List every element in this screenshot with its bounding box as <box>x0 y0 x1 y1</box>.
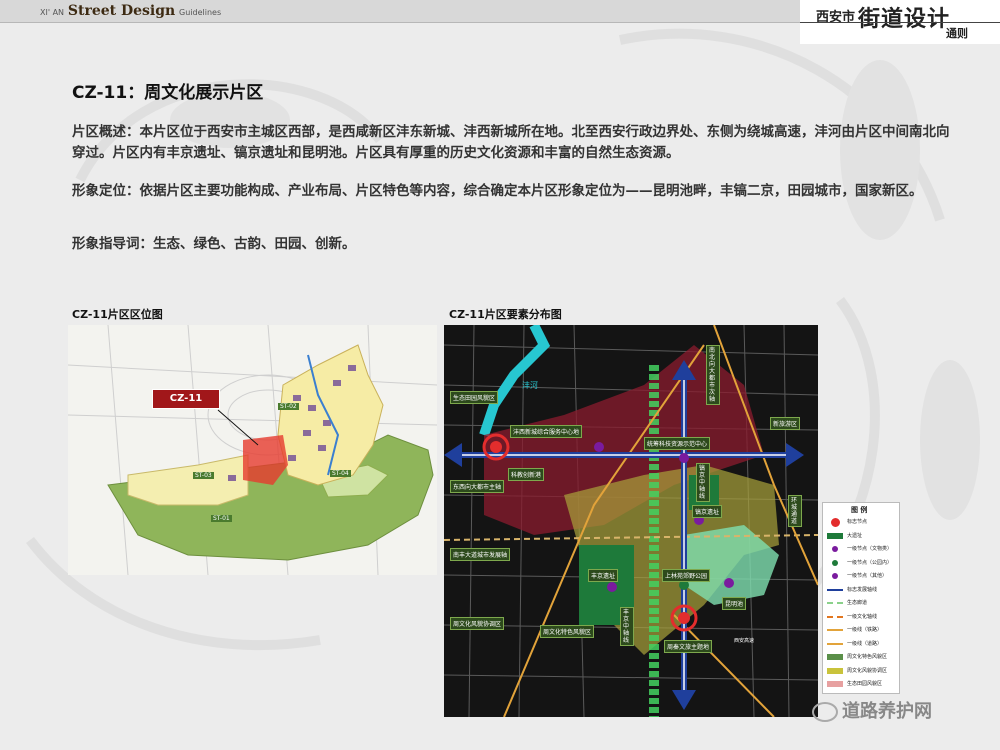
location-map-caption: CZ-11片区区位图 <box>72 308 163 321</box>
label-haojing-site: 镐京遗址 <box>692 505 723 518</box>
section-heading: CZ-11：周文化展示片区 <box>72 83 264 103</box>
legend-label: 一级线（道路） <box>847 640 883 647</box>
label-eco-zone: 生态田园风貌区 <box>450 391 499 404</box>
legend-label: 一级节点（文物类） <box>847 546 893 552</box>
positioning-paragraph: 形象定位：依据片区主要功能构成、产业布局、片区特色等内容，综合确定本片区形象定位… <box>72 183 923 199</box>
legend-label: 周文化风貌协调区 <box>847 667 888 674</box>
legend-swatch <box>827 642 843 645</box>
legend-swatch <box>832 559 838 566</box>
watermark-text: 道路养护网 <box>842 701 932 722</box>
top-banner: XI' AN Street Design Guidelines <box>0 0 800 23</box>
legend-item: 一级节点（其他） <box>827 571 897 581</box>
map-legend: 图 例 标志节点大遗址一级节点（文物类） 一级节点（公园内） 一级节点（其他） 标志发… <box>822 502 900 694</box>
label-fengjing-site: 丰京遗址 <box>588 569 619 582</box>
cz11-callout: CZ-11 <box>152 389 220 409</box>
legend-swatch <box>832 546 838 552</box>
legend-swatch <box>831 518 840 527</box>
legend-swatch <box>832 573 838 579</box>
legend-label: 一级节点（公园内） <box>847 559 893 566</box>
brand-logo: XI' AN Street Design Guidelines <box>40 3 221 19</box>
document-title-box: 西安市 街道设计 通则 <box>800 0 1000 44</box>
legend-item: 一级线（道路） <box>827 639 897 649</box>
brand-sub: Guidelines <box>179 8 222 17</box>
location-map: CZ-11 ST-02 ST-03 ST-04 ST-01 <box>68 325 437 575</box>
elements-map: 生态田园风貌区 沣西新城综合服务中心地 科教创新港 东西向大都市主轴 统筹科技资… <box>444 325 818 717</box>
label-fengxi-center: 沣西新城综合服务中心地 <box>510 425 583 438</box>
label-ring-road: 环城通道 <box>788 495 802 527</box>
label-fengjing-axis: 丰京中轴线 <box>620 607 634 646</box>
label-kechuang: 科教创新港 <box>508 468 545 481</box>
label-shanglin-park: 上林苑郊野公园 <box>662 569 711 582</box>
watermark: 道路养护网 <box>812 697 932 723</box>
brand-main: Street Design <box>67 3 176 19</box>
legend-item: 一级线（铁路） <box>827 625 897 635</box>
label-nanfeng-axis: 南丰大道城市发展轴 <box>450 548 511 561</box>
elements-map-caption: CZ-11片区要素分布图 <box>449 308 562 321</box>
legend-item: 一级文化轴线 <box>827 612 897 622</box>
legend-item: 大遗址 <box>827 531 897 541</box>
label-north-south-axis: 南北向大都市次轴 <box>706 345 720 405</box>
legend-item: 生态田园风貌区 <box>827 679 897 689</box>
legend-label: 一级节点（其他） <box>847 573 888 579</box>
label-zhou-feature: 周文化特色风貌区 <box>540 625 595 638</box>
legend-swatch <box>827 681 843 687</box>
legend-item: 生态廊道 <box>827 598 897 608</box>
label-zhouqin: 周秦文旅主题地 <box>664 640 713 653</box>
label-haojing-axis: 镐京中轴线 <box>696 463 710 502</box>
zone-label-st04: ST-04 <box>330 470 351 477</box>
legend-swatch <box>827 615 843 618</box>
label-bottom-road: 西安高速 <box>734 638 755 644</box>
legend-label: 一级文化轴线 <box>847 613 878 620</box>
label-east-west-axis: 东西向大都市主轴 <box>450 480 505 493</box>
location-map-drawing <box>68 325 437 575</box>
label-kunming-lake: 昆明池 <box>722 597 747 610</box>
legend-label: 标志节点 <box>847 519 868 525</box>
brand-prefix: XI' AN <box>40 8 65 17</box>
legend-item: 标志发展轴线 <box>827 585 897 595</box>
legend-label: 生态廊道 <box>847 600 868 606</box>
keywords-paragraph: 形象指导词：生态、绿色、古韵、田园、创新。 <box>72 236 356 252</box>
label-top-right: 新旅游区 <box>770 417 801 430</box>
legend-item: 一级节点（公园内） <box>827 558 897 568</box>
label-tongjian: 统筹科技资源示范中心 <box>644 437 711 450</box>
legend-item: 一级节点（文物类） <box>827 544 897 554</box>
legend-label: 大遗址 <box>847 532 863 539</box>
legend-swatch <box>827 532 843 539</box>
legend-label: 生态田园风貌区 <box>847 681 883 687</box>
document-subtitle: 通则 <box>946 27 968 40</box>
elements-map-drawing <box>444 325 818 717</box>
zone-label-st02: ST-02 <box>278 403 299 410</box>
legend-title: 图 例 <box>851 506 868 514</box>
legend-swatch <box>827 602 843 604</box>
wechat-icon <box>812 702 838 722</box>
label-zhou-coordination: 周文化风貌协调区 <box>450 617 505 630</box>
legend-swatch <box>827 667 843 674</box>
legend-item: 标志节点 <box>827 517 897 527</box>
legend-swatch <box>827 654 843 660</box>
document-title: 街道设计 <box>858 6 951 32</box>
legend-item: 周文化特色风貌区 <box>827 652 897 662</box>
legend-item: 周文化风貌协调区 <box>827 666 897 676</box>
overview-paragraph: 片区概述：本片区位于西安市主城区西部，是西咸新区沣东新城、沣西新城所在地。北至西… <box>72 124 950 161</box>
title-divider <box>800 22 1000 23</box>
legend-label: 一级线（铁路） <box>847 627 883 633</box>
zone-label-st03: ST-03 <box>193 472 214 479</box>
legend-label: 标志发展轴线 <box>847 586 878 593</box>
label-river: 沣河 <box>522 381 538 390</box>
legend-swatch <box>827 629 843 631</box>
legend-swatch <box>827 588 843 591</box>
zone-label-st01: ST-01 <box>211 515 232 522</box>
legend-label: 周文化特色风貌区 <box>847 654 888 660</box>
